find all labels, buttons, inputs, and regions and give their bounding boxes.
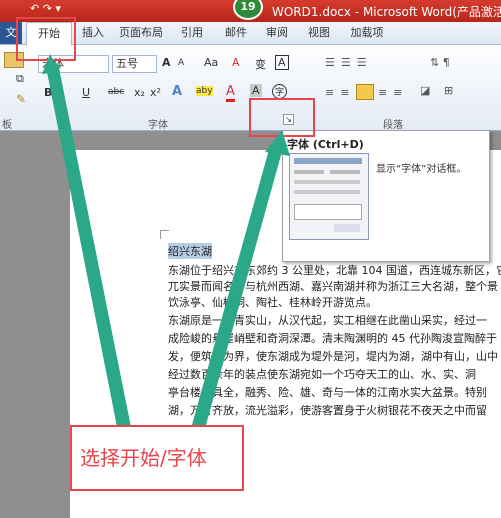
instruction-text: 选择开始/字体 xyxy=(80,446,207,470)
arrow-head-launcher xyxy=(265,130,290,156)
arrow-to-home-tab xyxy=(46,63,132,432)
arrow-to-launcher xyxy=(190,146,283,432)
